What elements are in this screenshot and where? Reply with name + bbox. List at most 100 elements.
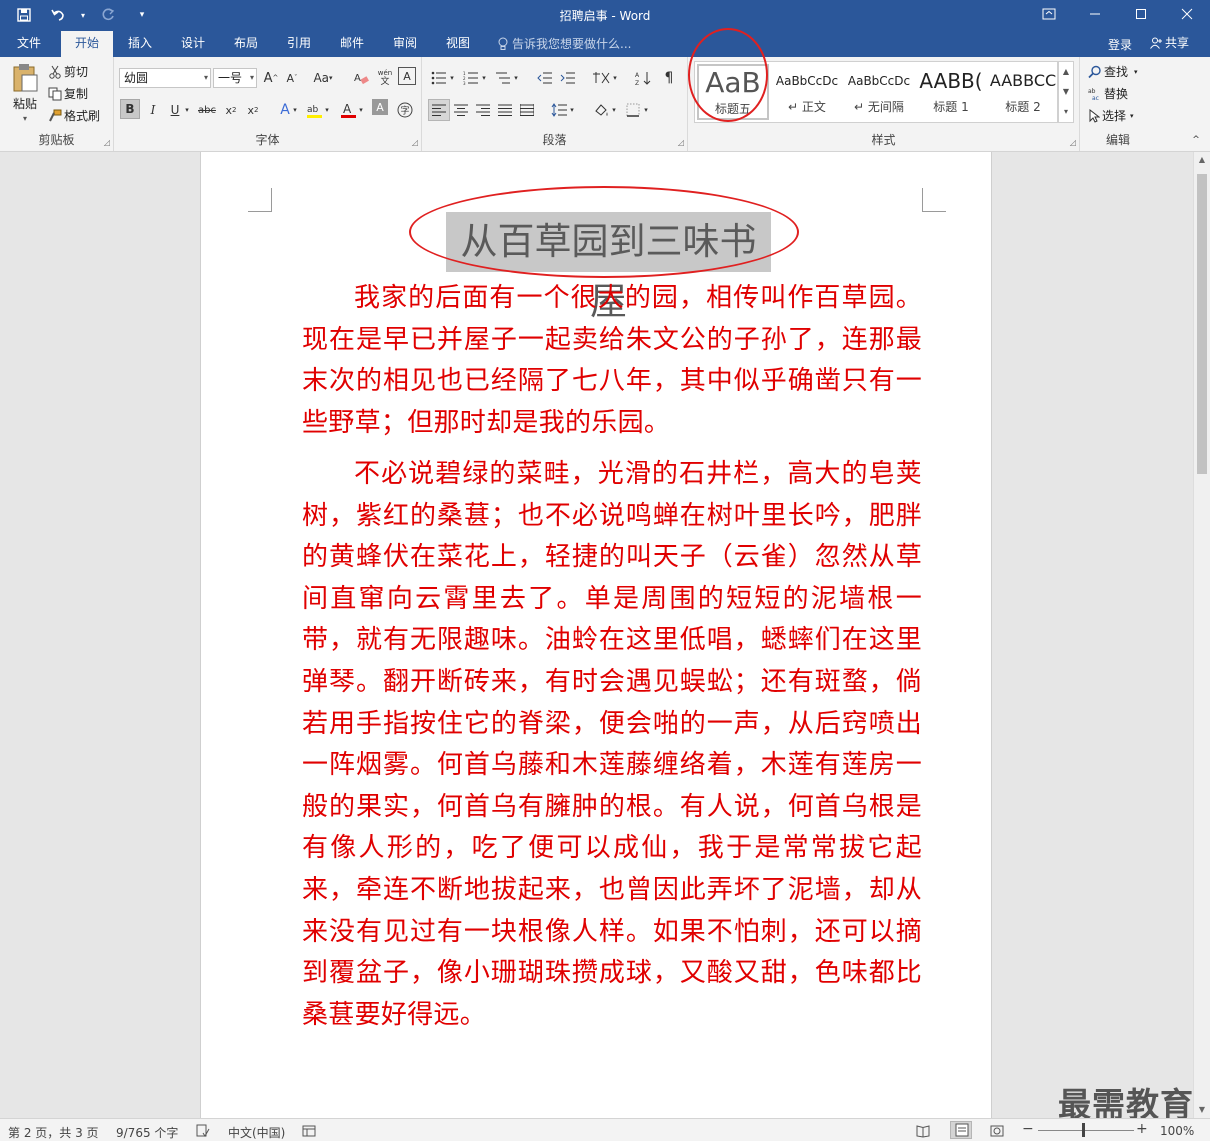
tab-review[interactable]: 审阅 — [381, 31, 429, 57]
document-title[interactable]: 从百草园到三味书屋 — [446, 212, 771, 323]
align-left-icon[interactable] — [428, 99, 450, 121]
shrink-font-icon[interactable]: Aˇ — [281, 67, 303, 89]
find-button[interactable]: 查找 ▾ — [1088, 63, 1138, 80]
print-layout-icon[interactable] — [950, 1121, 972, 1139]
paste-button[interactable]: 粘贴 ▾ — [8, 63, 42, 123]
ribbon-display-options-icon[interactable] — [1026, 0, 1072, 28]
font-name-combo[interactable]: 幼圆 ▾ — [119, 68, 211, 88]
line-spacing-dropdown-icon[interactable]: ▾ — [567, 99, 577, 121]
scroll-up-icon[interactable]: ▲ — [1194, 152, 1210, 168]
bullets-dropdown-icon[interactable]: ▾ — [447, 67, 457, 89]
read-mode-icon[interactable] — [916, 1124, 930, 1141]
close-icon[interactable] — [1164, 0, 1210, 28]
gallery-down-icon[interactable]: ▼ — [1059, 82, 1073, 102]
select-dropdown-icon[interactable]: ▾ — [1130, 112, 1134, 120]
phonetic-guide-icon[interactable]: wén 文 — [374, 67, 396, 89]
style-no-spacing[interactable]: AaBbCcDc ↵ 无间隔 — [843, 64, 915, 120]
change-case-button[interactable]: Aa ▾ — [308, 67, 338, 89]
tab-design[interactable]: 设计 — [169, 31, 217, 57]
tell-me-box[interactable]: 告诉我您想要做什么... — [498, 31, 631, 57]
share-button[interactable]: 共享 — [1150, 34, 1189, 51]
tab-file[interactable]: 文件 — [4, 31, 54, 57]
clear-formatting-icon[interactable]: A — [350, 67, 372, 89]
replace-button[interactable]: ab ac 替换 — [1088, 85, 1128, 102]
styles-gallery-scroll[interactable]: ▲ ▼ ▾ — [1058, 61, 1074, 123]
proofing-icon[interactable] — [196, 1124, 210, 1141]
grow-font-icon[interactable]: A ^ — [260, 67, 282, 89]
font-name-dropdown-icon[interactable]: ▾ — [204, 69, 208, 87]
font-launcher-icon[interactable]: ◿ — [412, 138, 418, 147]
zoom-in-icon[interactable]: + — [1136, 1122, 1148, 1136]
borders-dropdown-icon[interactable]: ▾ — [641, 99, 651, 121]
chinese-layout-icon[interactable] — [590, 67, 612, 89]
superscript-icon[interactable]: x2 — [242, 99, 264, 121]
gallery-up-icon[interactable]: ▲ — [1059, 62, 1073, 82]
style-normal[interactable]: AaBbCcDc ↵ 正文 — [771, 64, 843, 120]
language-indicator[interactable]: 中文(中国) — [228, 1124, 285, 1141]
macro-icon[interactable] — [302, 1124, 316, 1141]
tab-mailings[interactable]: 邮件 — [328, 31, 376, 57]
character-shading-icon[interactable]: A — [372, 99, 388, 115]
styles-launcher-icon[interactable]: ◿ — [1070, 138, 1076, 147]
show-paragraph-marks-icon[interactable]: ¶ — [658, 67, 680, 89]
crop-mark-top-left — [248, 188, 272, 212]
font-size-dropdown-icon[interactable]: ▾ — [250, 69, 254, 87]
style-name: ↵ 无间隔 — [854, 100, 904, 114]
underline-dropdown-icon[interactable]: ▾ — [182, 99, 192, 121]
italic-icon[interactable]: I — [142, 99, 164, 121]
highlight-dropdown-icon[interactable]: ▾ — [322, 99, 332, 121]
decrease-indent-icon[interactable] — [534, 67, 556, 89]
vertical-scrollbar[interactable]: ▲ ▼ — [1193, 152, 1210, 1118]
clipboard-launcher-icon[interactable]: ◿ — [104, 138, 110, 147]
zoom-slider-thumb[interactable] — [1082, 1123, 1085, 1137]
style-heading-1[interactable]: AABB( 标题 1 — [915, 64, 987, 120]
word-count[interactable]: 9/765 个字 — [116, 1124, 178, 1141]
increase-indent-icon[interactable] — [557, 67, 579, 89]
maximize-icon[interactable] — [1118, 0, 1164, 28]
distributed-icon[interactable] — [516, 99, 538, 121]
character-border-icon[interactable]: A — [398, 67, 416, 85]
align-center-icon[interactable] — [450, 99, 472, 121]
multilevel-dropdown-icon[interactable]: ▾ — [511, 67, 521, 89]
cut-button[interactable]: 剪切 — [48, 63, 88, 80]
font-size-combo[interactable]: 一号 ▾ — [213, 68, 257, 88]
copy-button[interactable]: 复制 — [48, 85, 88, 102]
scroll-down-icon[interactable]: ▼ — [1194, 1102, 1210, 1118]
document-paragraph-2[interactable]: 不必说碧绿的菜畦，光滑的石井栏，高大的皂荚树，紫红的桑葚；也不必说鸣蝉在树叶里长… — [302, 454, 922, 1036]
justify-icon[interactable] — [494, 99, 516, 121]
style-heading-five[interactable]: AaB 标题五 — [697, 64, 769, 120]
document-paragraph-1[interactable]: 我家的后面有一个很大的园，相传叫作百草园。现在是早已并屋子一起卖给朱文公的子孙了… — [302, 278, 922, 444]
format-painter-button[interactable]: 格式刷 — [48, 107, 100, 124]
align-right-icon[interactable] — [472, 99, 494, 121]
collapse-ribbon-icon[interactable]: ^ — [1188, 133, 1204, 147]
sign-in-link[interactable]: 登录 — [1108, 36, 1132, 53]
zoom-slider-track[interactable] — [1038, 1130, 1134, 1131]
enclose-characters-icon[interactable]: 字 — [394, 99, 416, 121]
zoom-out-icon[interactable]: − — [1022, 1122, 1034, 1136]
scroll-thumb[interactable] — [1197, 174, 1207, 474]
numbering-dropdown-icon[interactable]: ▾ — [479, 67, 489, 89]
paste-dropdown-icon[interactable]: ▾ — [23, 114, 27, 123]
tab-insert[interactable]: 插入 — [116, 31, 164, 57]
text-effects-dropdown-icon[interactable]: ▾ — [290, 99, 300, 121]
strikethrough-icon[interactable]: abc — [196, 99, 218, 121]
tab-layout[interactable]: 布局 — [222, 31, 270, 57]
minimize-icon[interactable] — [1072, 0, 1118, 28]
tab-references[interactable]: 引用 — [275, 31, 323, 57]
chinese-layout-dropdown-icon[interactable]: ▾ — [610, 67, 620, 89]
shading-dropdown-icon[interactable]: ▾ — [609, 99, 619, 121]
find-dropdown-icon[interactable]: ▾ — [1134, 68, 1138, 76]
tab-view[interactable]: 视图 — [434, 31, 482, 57]
bold-icon[interactable]: B — [120, 99, 140, 119]
paragraph-launcher-icon[interactable]: ◿ — [678, 138, 684, 147]
style-heading-2[interactable]: AABBCC 标题 2 — [987, 64, 1059, 120]
zoom-level[interactable]: 100% — [1160, 1124, 1194, 1138]
gallery-more-icon[interactable]: ▾ — [1059, 102, 1073, 122]
font-color-dropdown-icon[interactable]: ▾ — [356, 99, 366, 121]
web-layout-icon[interactable] — [990, 1124, 1004, 1141]
sort-icon[interactable]: AZ — [632, 67, 654, 89]
page-count[interactable]: 第 2 页，共 3 页 — [8, 1124, 99, 1141]
tab-home[interactable]: 开始 — [61, 31, 113, 57]
subscript-icon[interactable]: x2 — [220, 99, 242, 121]
select-button[interactable]: 选择 ▾ — [1088, 107, 1134, 124]
